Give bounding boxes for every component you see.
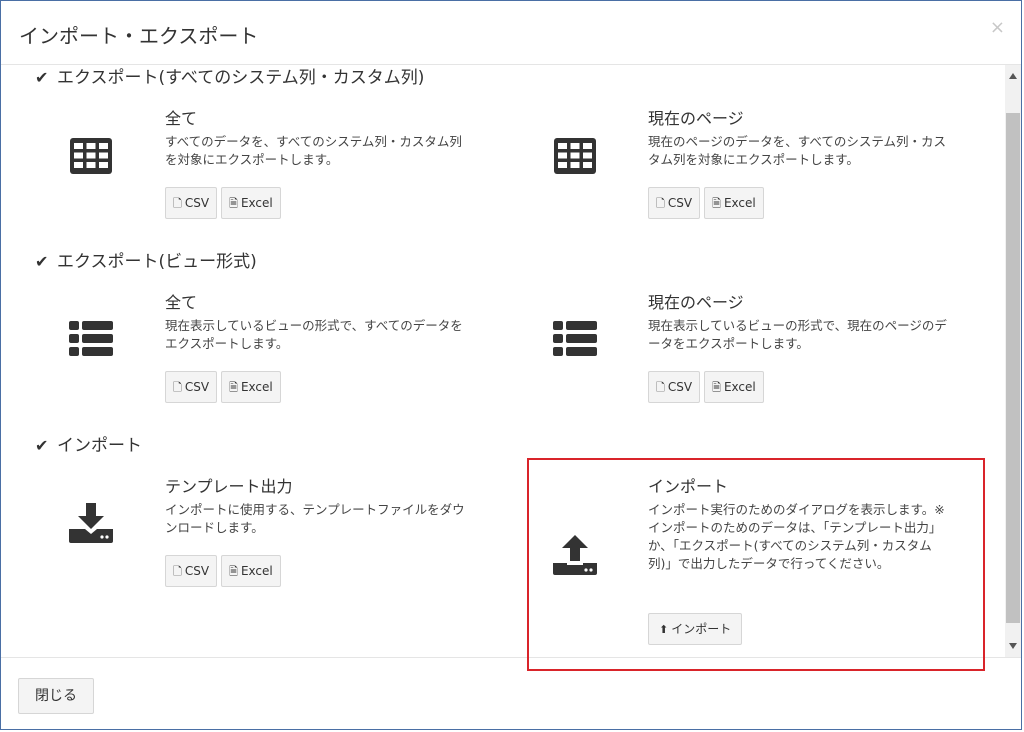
dialog-header: インポート・エクスポート × — [1, 1, 1021, 65]
dialog-body: ✔ エクスポート(すべてのシステム列・カスタム列) 全て すべてのデータを、すべて… — [1, 65, 1005, 657]
csv-button[interactable]: 🗋 CSV — [165, 555, 218, 587]
file-icon: 🗋 — [173, 565, 182, 578]
card-description: 現在表示しているビューの形式で、すべてのデータをエクスポートします。 — [165, 318, 463, 351]
excel-button[interactable]: 🗎 Excel — [221, 371, 281, 403]
scrollbar-thumb[interactable] — [1006, 113, 1020, 623]
csv-button[interactable]: 🗋 CSV — [648, 371, 701, 403]
card-description: すべてのデータを、すべてのシステム列・カスタム列を対象にエクスポートします。 — [165, 134, 462, 167]
upload-icon: ⬆ — [659, 623, 669, 636]
check-icon: ✔ — [35, 68, 49, 87]
dialog-title: インポート・エクスポート — [19, 24, 259, 48]
close-button[interactable]: 閉じる — [18, 678, 94, 714]
check-icon: ✔ — [35, 252, 49, 271]
scroll-up-arrow-icon[interactable] — [1009, 73, 1017, 79]
excel-file-icon: 🗎 — [229, 197, 238, 210]
section-title-export-view: ✔ エクスポート(ビュー形式) — [35, 252, 257, 272]
card-title: 現在のページ — [648, 109, 744, 128]
csv-button[interactable]: 🗋 CSV — [165, 187, 218, 219]
close-icon[interactable]: × — [990, 19, 1005, 37]
import-export-dialog: インポート・エクスポート × ✔ エクスポート(すべてのシステム列・カスタム列) … — [0, 0, 1022, 730]
csv-button[interactable]: 🗋 CSV — [648, 187, 701, 219]
excel-file-icon: 🗎 — [712, 381, 721, 394]
excel-button[interactable]: 🗎 Excel — [221, 187, 281, 219]
csv-button[interactable]: 🗋 CSV — [165, 371, 218, 403]
excel-file-icon: 🗎 — [229, 381, 238, 394]
file-icon: 🗋 — [173, 381, 182, 394]
check-icon: ✔ — [35, 436, 49, 455]
download-icon — [69, 503, 113, 543]
section-title-export-all-columns: ✔ エクスポート(すべてのシステム列・カスタム列) — [35, 68, 425, 88]
card-title: インポート — [648, 477, 729, 496]
file-icon: 🗋 — [173, 197, 182, 210]
card-title: 全て — [165, 109, 198, 128]
card-description: インポートに使用する、テンプレートファイルをダウンロードします。 — [165, 502, 465, 535]
section-title-import: ✔ インポート — [35, 436, 142, 456]
excel-button[interactable]: 🗎 Excel — [704, 187, 764, 219]
table-icon — [70, 138, 112, 174]
list-icon — [69, 321, 113, 356]
upload-icon — [553, 535, 597, 575]
list-icon — [553, 321, 597, 356]
table-icon — [554, 138, 596, 174]
scroll-down-arrow-icon[interactable] — [1009, 643, 1017, 649]
card-title: 全て — [165, 293, 198, 312]
import-button[interactable]: ⬆ インポート — [648, 613, 743, 645]
card-title: テンプレート出力 — [165, 477, 293, 496]
card-description: 現在表示しているビューの形式で、現在のページのデータをエクスポートします。 — [648, 318, 947, 351]
dialog-footer: 閉じる — [1, 657, 1021, 731]
vertical-scrollbar[interactable] — [1005, 65, 1021, 657]
card-title: 現在のページ — [648, 293, 744, 312]
card-description: インポート実行のためのダイアログを表示します。※インポートのためのデータは、「テ… — [648, 502, 945, 571]
excel-button[interactable]: 🗎 Excel — [221, 555, 281, 587]
card-description: 現在のページのデータを、すべてのシステム列・カスタム列を対象にエクスポートします… — [648, 134, 947, 167]
excel-button[interactable]: 🗎 Excel — [704, 371, 764, 403]
excel-file-icon: 🗎 — [229, 565, 238, 578]
excel-file-icon: 🗎 — [712, 197, 721, 210]
file-icon: 🗋 — [656, 197, 665, 210]
file-icon: 🗋 — [656, 381, 665, 394]
